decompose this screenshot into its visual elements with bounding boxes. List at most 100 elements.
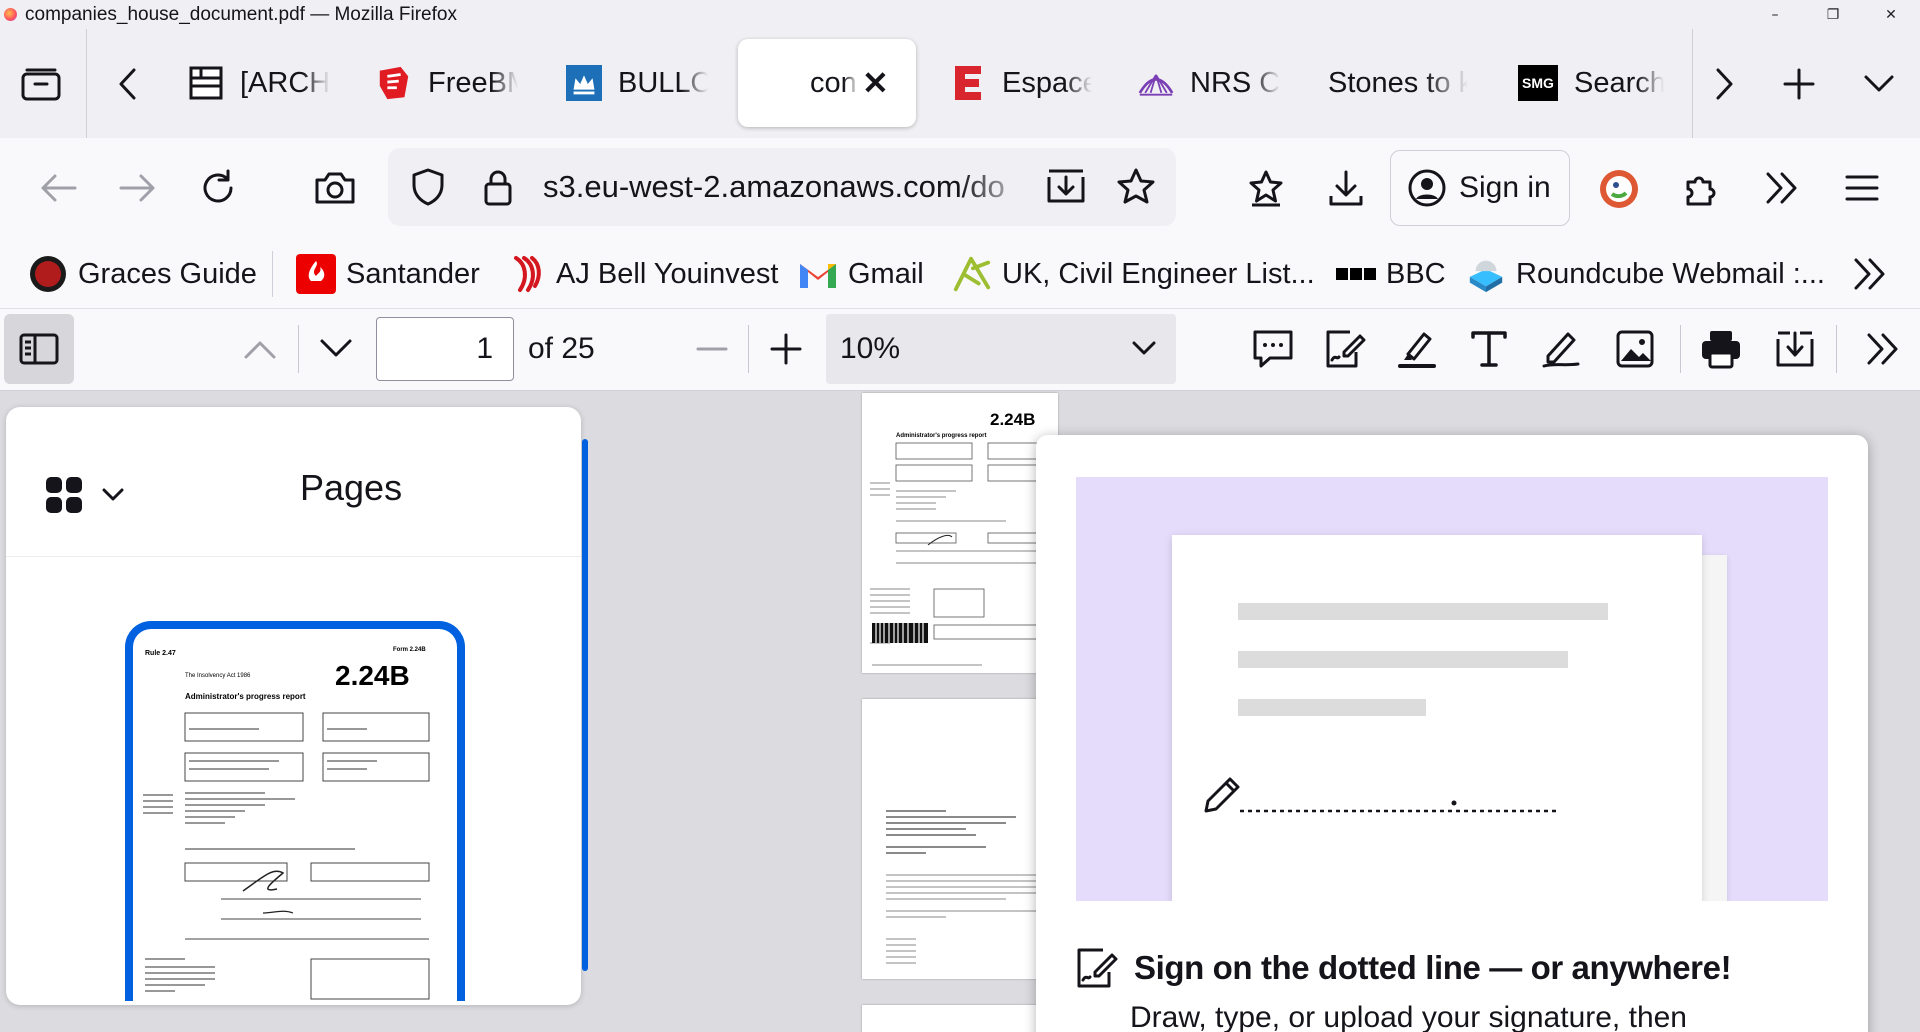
reload-button[interactable] (196, 166, 240, 210)
overflow-menu-button[interactable] (1760, 166, 1804, 210)
zoom-out-button[interactable] (692, 329, 732, 369)
ajbell-icon (506, 254, 546, 294)
tab-freebmd[interactable]: FreeBM (376, 39, 526, 127)
page-thumbnail-content: Rule 2.47 Form 2.24B 2.24B The Insolvenc… (143, 647, 430, 1000)
bookmark-star-icon[interactable] (1114, 166, 1158, 208)
bookmarks-overflow-button[interactable] (1848, 253, 1892, 295)
thumb-heading: Administrator's progress report (185, 692, 306, 701)
tools-overflow-button[interactable] (1860, 327, 1906, 371)
plus-icon (1783, 68, 1815, 100)
print-button[interactable] (1698, 327, 1744, 371)
tab-scroll-right-button[interactable] (1704, 63, 1744, 105)
window-controls: – ❐ ✕ (1746, 0, 1920, 29)
bookmark-roundcube[interactable]: Roundcube Webmail :... (1466, 239, 1825, 309)
bookmarks-toolbar: Graces Guide Santander AJ Bell Youinvest… (0, 239, 1920, 309)
grid-view-icon (46, 477, 82, 513)
tab-espace[interactable]: Espace (950, 39, 1100, 127)
tab-nrs[interactable]: NRS C (1138, 39, 1288, 127)
add-comment-button[interactable] (1250, 327, 1296, 371)
add-signature-button[interactable] (1322, 327, 1368, 371)
screenshot-button[interactable] (312, 168, 358, 208)
sidebar-scroll-indicator (582, 439, 588, 971)
next-page-button[interactable] (316, 329, 356, 369)
sidebar-title: Pages (300, 467, 403, 508)
app-menu-button[interactable] (1840, 166, 1884, 210)
toggle-sidebar-button[interactable] (4, 314, 74, 384)
popup-heading: Sign on the dotted line — or anywhere! (1074, 945, 1732, 991)
thumb-form: Form 2.24B (393, 647, 426, 653)
bookmark-graces-guide[interactable]: Graces Guide (28, 239, 257, 309)
tab-strip: [ARCH FreeBM BULLO con ✕ Espace NRS C St… (0, 29, 1920, 138)
archive-icon (188, 65, 224, 101)
tab-label: BULLO (618, 66, 708, 99)
tab-bullough[interactable]: BULLO (566, 39, 716, 127)
reload-icon (203, 169, 233, 203)
save-pdf-button[interactable] (1772, 327, 1818, 371)
close-tab-icon[interactable]: ✕ (862, 64, 889, 102)
bookmarks-menu-button[interactable] (1244, 166, 1288, 210)
close-window-button[interactable]: ✕ (1862, 0, 1920, 29)
account-icon (1408, 169, 1446, 207)
firefox-view-button[interactable] (16, 63, 66, 105)
arrow-left-icon (41, 174, 77, 202)
url-text[interactable]: s3.eu-west-2.amazonaws.com/do (543, 148, 1033, 226)
tab-stones[interactable]: Stones to k (1328, 39, 1478, 127)
extensions-button[interactable] (1680, 166, 1724, 210)
sidebar-header: Pages (6, 407, 581, 557)
forward-button[interactable] (116, 168, 160, 208)
bookmark-label: Roundcube Webmail :... (1516, 257, 1825, 290)
firefox-logo-icon (4, 8, 17, 21)
tracking-protection-shield-icon[interactable] (408, 166, 448, 208)
zoom-value: 10% (840, 332, 901, 365)
nrs-icon (1138, 65, 1174, 101)
draw-button[interactable] (1538, 327, 1584, 371)
sign-in-button[interactable]: Sign in (1390, 150, 1570, 226)
bookmark-ajbell[interactable]: AJ Bell Youinvest (506, 239, 778, 309)
minus-icon (696, 347, 728, 351)
page-number-input[interactable]: 1 (376, 317, 514, 381)
page-thumbnail-selected[interactable]: Rule 2.47 Form 2.24B 2.24B The Insolvenc… (125, 621, 465, 1001)
download-icon (1329, 170, 1363, 206)
zoom-in-button[interactable] (766, 329, 806, 369)
pdf-page-3 (862, 1005, 1058, 1032)
previous-page-button[interactable] (240, 329, 280, 369)
lock-icon[interactable] (480, 166, 516, 208)
tab-label: Stones to k (1328, 66, 1468, 99)
highlight-button[interactable] (1394, 327, 1440, 371)
pdf-viewer[interactable]: Pages Rule 2.47 Form 2.24B 2.24B The Ins… (0, 391, 1920, 1032)
sidebar-view-selector[interactable] (40, 473, 128, 517)
add-text-button[interactable] (1466, 327, 1512, 371)
duckduckgo-extension-button[interactable] (1596, 166, 1642, 212)
thumb-big-title: 2.24B (335, 660, 410, 691)
bookmark-santander[interactable]: Santander (296, 239, 480, 309)
back-button[interactable] (36, 168, 80, 208)
sign-in-label: Sign in (1459, 171, 1551, 204)
address-bar[interactable]: s3.eu-west-2.amazonaws.com/do (388, 148, 1176, 226)
highlighter-icon (1398, 332, 1436, 368)
add-image-button[interactable] (1612, 327, 1658, 371)
new-tab-button[interactable] (1778, 63, 1820, 105)
save-to-pocket-download-icon[interactable] (1043, 166, 1089, 208)
tab-scroll-left-button[interactable] (108, 63, 148, 105)
maximize-button[interactable]: ❐ (1804, 0, 1862, 29)
zoom-select[interactable]: 10% (826, 314, 1176, 384)
dotted-signature-line (1240, 800, 1560, 813)
downloads-button[interactable] (1324, 166, 1368, 210)
graces-guide-icon (28, 254, 68, 294)
tab-search[interactable]: SMG Search (1518, 39, 1678, 127)
minimize-button[interactable]: – (1746, 0, 1804, 29)
list-all-tabs-button[interactable] (1858, 63, 1900, 105)
bbc-icon (1336, 254, 1376, 294)
bookmark-bbc[interactable]: BBC (1336, 239, 1446, 309)
comment-icon (1253, 330, 1293, 368)
double-chevron-right-icon (1766, 172, 1797, 204)
bookmark-ancestry[interactable]: UK, Civil Engineer List... (952, 239, 1315, 309)
tab-active-pdf[interactable]: con ✕ (738, 39, 916, 127)
signature-feature-popup: Sign on the dotted line — or anywhere! D… (1036, 435, 1868, 1032)
toolbar-separator (1836, 325, 1837, 373)
bookmark-gmail[interactable]: Gmail (798, 239, 924, 309)
thumb-rule: Rule 2.47 (145, 650, 176, 657)
freebmd-icon (376, 65, 412, 101)
tab-archive[interactable]: [ARCH (188, 39, 338, 127)
thumb-act: The Insolvency Act 1986 (185, 673, 251, 679)
